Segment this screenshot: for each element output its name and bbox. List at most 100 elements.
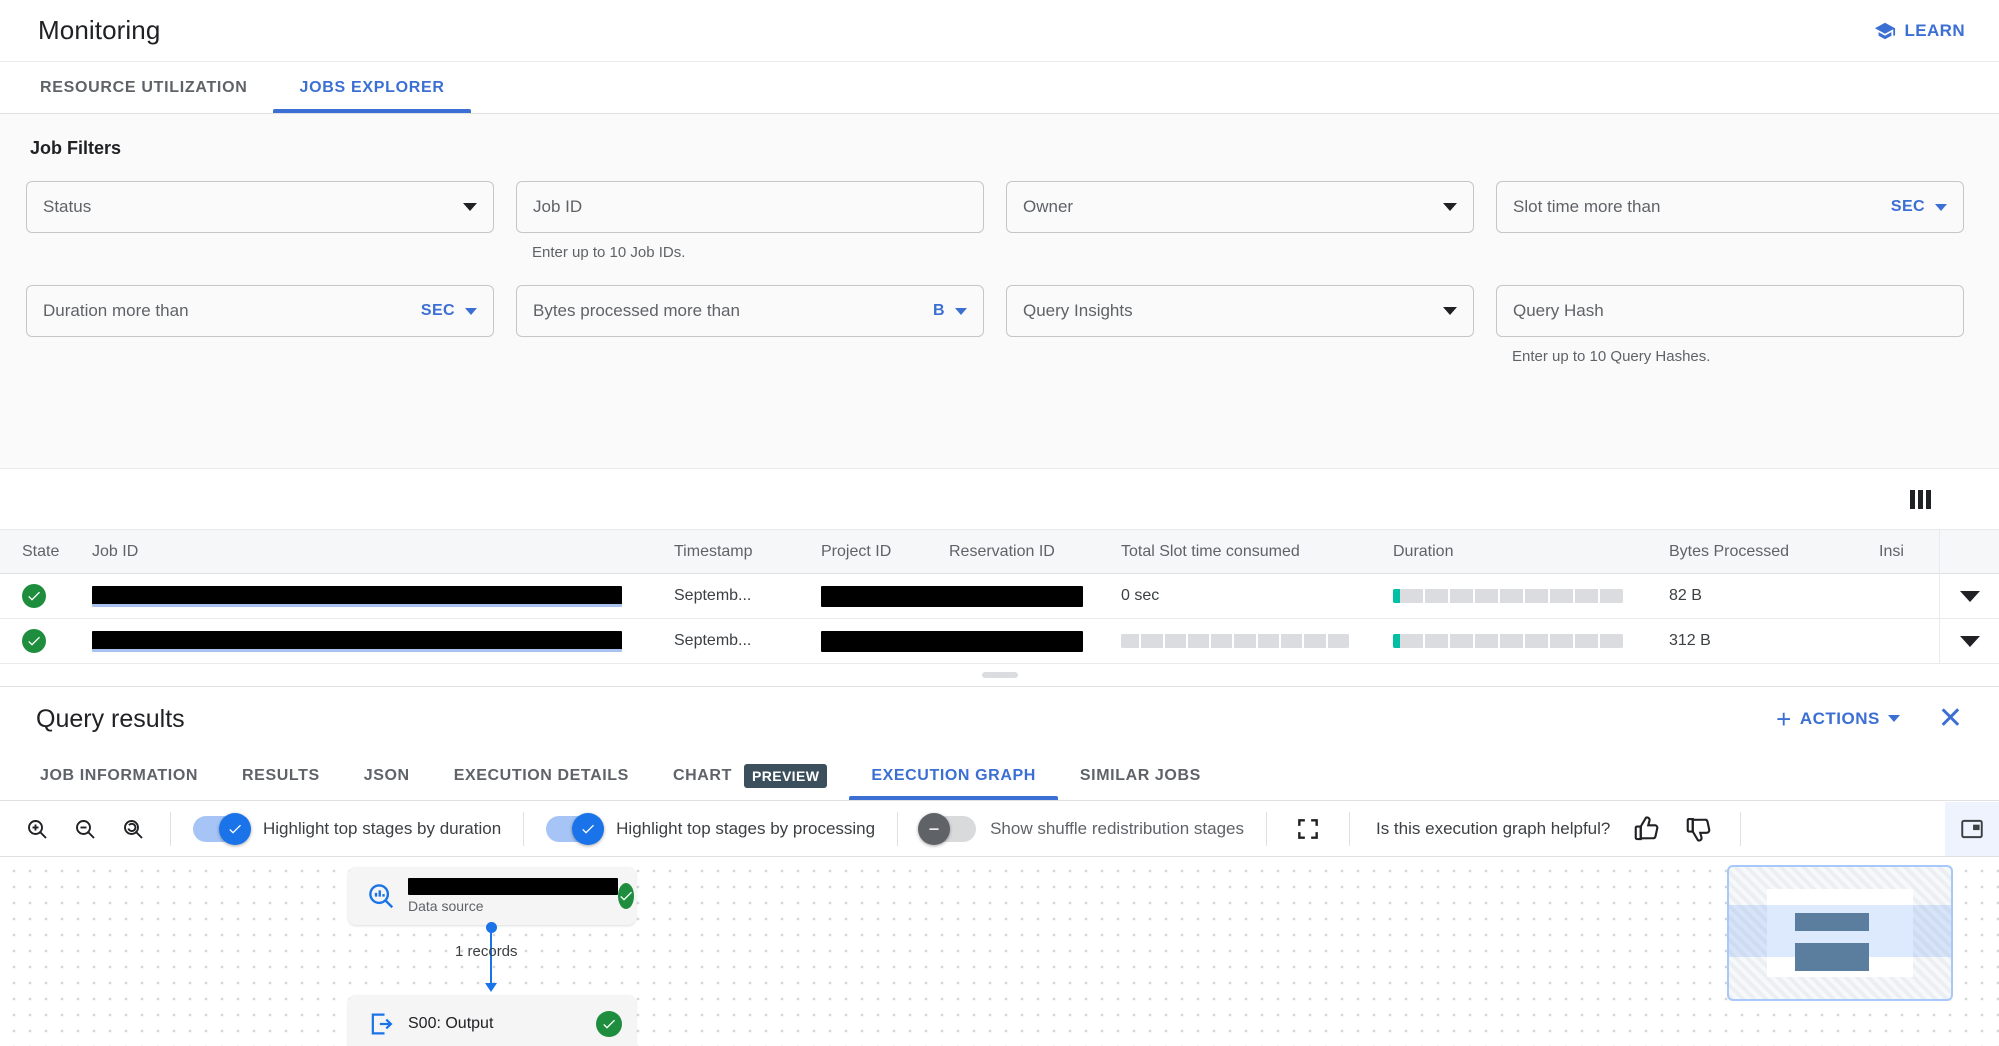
chevron-down-icon <box>1959 590 1980 602</box>
query-insights-select[interactable]: Query Insights <box>1006 285 1474 337</box>
thumb-down-icon[interactable] <box>1684 814 1714 844</box>
header-expand <box>1939 529 1999 574</box>
jobs-table-body: Septemb... 0 sec 82 B Septemb... 312 B <box>0 573 1999 664</box>
tab-resource-utilization[interactable]: RESOURCE UTILIZATION <box>14 62 273 113</box>
data-source-sublabel: Data source <box>408 898 484 914</box>
tab-results[interactable]: RESULTS <box>220 751 342 800</box>
bytes-unit[interactable]: B <box>933 302 945 320</box>
header-reservation-id: Reservation ID <box>949 542 1055 560</box>
header-timestamp: Timestamp <box>674 542 753 560</box>
row-state <box>0 584 92 608</box>
owner-select[interactable]: Owner <box>1006 181 1474 233</box>
duration-bar <box>1393 589 1623 603</box>
filter-owner-cell: Owner <box>1006 181 1474 261</box>
fullscreen-icon[interactable] <box>1267 816 1349 842</box>
zoom-in-icon[interactable] <box>22 814 52 844</box>
status-select-value: Status <box>43 197 92 216</box>
output-stage-node[interactable]: S00: Output <box>348 995 636 1046</box>
tab-similar-jobs[interactable]: SIMILAR JOBS <box>1058 751 1223 800</box>
side-panel-icon[interactable] <box>1945 801 1999 856</box>
row-timestamp: Septemb... <box>674 632 752 649</box>
highlight-top-stages-by-processing-toggle[interactable] <box>546 812 605 845</box>
bytes-processed-more-than-input[interactable]: Bytes processed more than B <box>516 285 984 337</box>
tab-label: JOB INFORMATION <box>40 766 199 784</box>
chevron-down-icon <box>463 203 477 211</box>
show-shuffle-redistribution-stages-toggle[interactable] <box>918 812 977 845</box>
table-row[interactable]: Septemb... 0 sec 82 B <box>0 573 1999 619</box>
duration-more-than-input[interactable]: Duration more than SEC <box>26 285 494 337</box>
data-source-node-body: Data source <box>398 878 618 914</box>
edge-arrowhead <box>485 983 497 992</box>
slot-time-more-than-input[interactable]: Slot time more than SEC <box>1496 181 1964 233</box>
tab-execution-graph[interactable]: EXECUTION GRAPH <box>849 751 1058 800</box>
redacted-project-id <box>821 630 1083 652</box>
table-row[interactable]: Septemb... 312 B <box>0 618 1999 664</box>
tab-execution-details[interactable]: EXECUTION DETAILS <box>432 751 651 800</box>
graph-minimap[interactable] <box>1727 865 1953 1001</box>
zoom-reset-icon[interactable] <box>118 814 148 844</box>
job-filters-section: Job Filters Status Job ID Enter up to 10… <box>0 114 1999 469</box>
execution-graph-canvas[interactable]: Data source 1 records S00: Output <box>0 857 1999 1046</box>
query-results-title: Query results <box>36 704 185 733</box>
duration-bar <box>1393 634 1623 648</box>
row-bytes-processed: 82 B <box>1669 587 1702 604</box>
close-icon[interactable]: ✕ <box>1930 704 1971 734</box>
slot-time-unit[interactable]: SEC <box>1891 198 1925 216</box>
output-arrow-icon <box>364 1010 398 1038</box>
header-bytes-processed: Bytes Processed <box>1669 542 1790 560</box>
chevron-down-icon[interactable] <box>465 307 477 315</box>
chevron-down-icon <box>1443 307 1457 315</box>
header-insights: Insi <box>1879 542 1904 560</box>
learn-button[interactable]: LEARN <box>1868 16 1971 46</box>
row-bytes-processed: 312 B <box>1669 632 1711 649</box>
jobs-table-header: State Job ID Timestamp Project ID Reserv… <box>0 529 1999 574</box>
row-project-id <box>821 630 1083 652</box>
highlight-processing-toggle-group: Highlight top stages by processing <box>524 812 897 845</box>
header-duration: Duration <box>1393 542 1454 560</box>
filter-duration-cell: Duration more than SEC <box>26 285 494 365</box>
tab-job-information[interactable]: JOB INFORMATION <box>18 751 220 800</box>
edge-record-count: 1 records <box>455 943 518 960</box>
thumb-up-icon[interactable] <box>1632 814 1662 844</box>
redacted-project-id <box>821 585 1083 607</box>
check-circle-icon <box>22 629 46 653</box>
row-expand-button[interactable] <box>1939 618 1999 664</box>
query-insights-value: Query Insights <box>1023 301 1133 320</box>
minimap-node-2 <box>1795 943 1869 971</box>
job-id-placeholder: Job ID <box>533 197 583 216</box>
duration-unit[interactable]: SEC <box>421 302 455 320</box>
filter-row-2: Duration more than SEC Bytes processed m… <box>26 285 1973 365</box>
chevron-down-icon[interactable] <box>1935 203 1947 211</box>
chevron-down-icon <box>1959 635 1980 647</box>
row-expand-button[interactable] <box>1939 573 1999 619</box>
row-job-id <box>92 630 674 652</box>
plus-icon: + <box>1776 703 1792 734</box>
filter-query-insights-cell: Query Insights <box>1006 285 1474 365</box>
toolbar-divider <box>1740 811 1742 846</box>
tab-chart[interactable]: CHART PREVIEW <box>651 751 849 800</box>
tab-json[interactable]: JSON <box>342 751 432 800</box>
filter-job-id-cell: Job ID Enter up to 10 Job IDs. <box>516 181 984 261</box>
row-project-id <box>821 585 1083 607</box>
highlight-duration-toggle-group: Highlight top stages by duration <box>171 812 523 845</box>
columns-icon[interactable] <box>1904 484 1937 515</box>
data-source-node[interactable]: Data source <box>348 867 636 925</box>
highlight-top-stages-by-duration-toggle[interactable] <box>193 812 251 845</box>
query-hash-input[interactable]: Query Hash <box>1496 285 1964 337</box>
execution-graph-toolbar: Highlight top stages by duration Highlig… <box>0 801 1999 857</box>
panel-drag-handle[interactable] <box>981 672 1018 678</box>
actions-button[interactable]: + ACTIONS <box>1776 703 1900 734</box>
highlight-duration-label: Highlight top stages by duration <box>263 818 502 838</box>
page-title: Monitoring <box>38 15 161 45</box>
graduation-cap-icon <box>1874 20 1896 42</box>
tab-jobs-explorer[interactable]: JOBS EXPLORER <box>273 62 471 113</box>
chevron-down-icon[interactable] <box>955 307 967 315</box>
row-total-slot-time <box>1121 634 1393 648</box>
zoom-out-icon[interactable] <box>70 814 100 844</box>
filter-query-hash-cell: Query Hash Enter up to 10 Query Hashes. <box>1496 285 1964 365</box>
toggle-knob <box>572 812 605 845</box>
tab-label: EXECUTION DETAILS <box>453 766 629 784</box>
job-id-input[interactable]: Job ID <box>516 181 984 233</box>
status-select[interactable]: Status <box>26 181 494 233</box>
query-results-panel: Query results + ACTIONS ✕ JOB INFORMATIO… <box>0 686 1999 1046</box>
